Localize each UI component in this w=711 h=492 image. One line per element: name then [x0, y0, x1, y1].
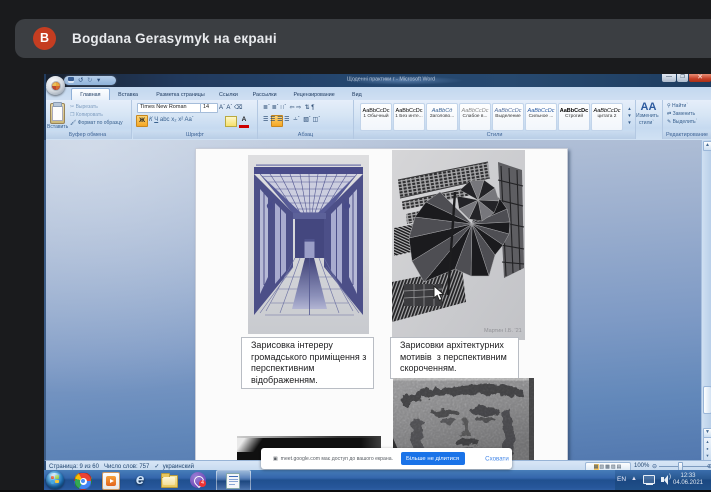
svg-text:Мартин І.Б. '21: Мартин І.Б. '21 [484, 328, 522, 334]
